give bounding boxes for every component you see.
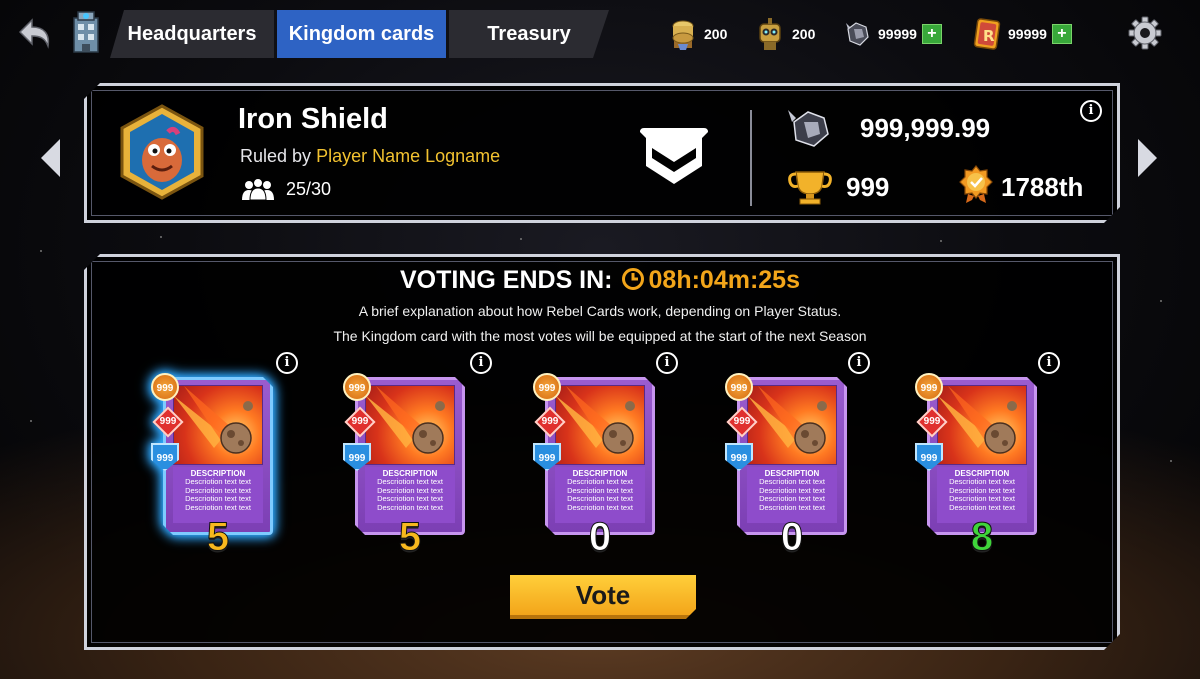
gem-icon xyxy=(846,22,869,46)
add-gems-button[interactable]: + xyxy=(921,24,942,44)
settings-gear-icon[interactable] xyxy=(1126,14,1164,52)
card-info-icon[interactable]: i xyxy=(470,352,492,374)
svg-text:R: R xyxy=(983,27,995,45)
card-cost-stat: 999 xyxy=(151,373,179,401)
coins-value: 200 xyxy=(704,26,728,42)
ruler-name-link[interactable]: Player Name Logname xyxy=(316,146,500,166)
robot-icon xyxy=(759,18,781,50)
meteor-card-art xyxy=(937,385,1027,465)
voting-ends-label: VOTING ENDS IN: xyxy=(400,266,613,294)
meteor-card-art xyxy=(555,385,645,465)
kingdom-card[interactable]: DESCRIPTION Descriotion text text Descrio… xyxy=(151,373,273,535)
add-rebel-cards-button[interactable]: + xyxy=(1051,24,1072,44)
coin-stack-icon xyxy=(672,20,694,50)
robots-value: 200 xyxy=(792,26,816,42)
next-kingdom-arrow-icon[interactable] xyxy=(1134,137,1160,179)
card-description-line: Descriotion text text xyxy=(949,502,1015,512)
back-arrow-icon[interactable] xyxy=(14,16,54,50)
resource-gems: 99999 + xyxy=(842,15,942,53)
trophy-icon xyxy=(786,168,834,206)
member-count-value: 25/30 xyxy=(286,178,332,199)
card-attack-value: 999 xyxy=(159,416,177,427)
tab-bar: Headquarters Kingdom cards Treasury xyxy=(110,10,609,58)
card-vote-count: 8 xyxy=(970,515,994,560)
member-count: 25/30 xyxy=(240,178,331,200)
card-info-icon[interactable]: i xyxy=(276,352,298,374)
kingdom-banner-emblem-icon xyxy=(634,128,714,190)
card-attack-stat: 999 xyxy=(152,406,184,438)
gems-value: 99999 xyxy=(878,26,917,42)
card-description-line: Descriotion text text xyxy=(185,502,251,512)
previous-kingdom-arrow-icon[interactable] xyxy=(38,137,64,179)
card-info-icon[interactable]: i xyxy=(656,352,678,374)
kingdom-gems-icon xyxy=(786,108,832,150)
card-attack-stat: 999 xyxy=(534,406,566,438)
kingdom-leader-avatar xyxy=(118,104,206,200)
voting-explanation-2: The Kingdom card with the most votes wil… xyxy=(333,328,867,344)
card-attack-stat: 999 xyxy=(916,406,948,438)
rank-medal-icon xyxy=(958,164,994,204)
rebel-cards-value: 99999 xyxy=(1008,26,1047,42)
kingdom-card[interactable]: DESCRIPTION Descriotion text text Descrio… xyxy=(533,373,655,535)
meteor-card-art xyxy=(365,385,455,465)
card-info-icon[interactable]: i xyxy=(1038,352,1060,374)
kingdom-rank: 1788th xyxy=(1001,172,1084,202)
tab-kingdom-cards[interactable]: Kingdom cards xyxy=(277,10,449,58)
card-attack-value: 999 xyxy=(351,416,369,427)
tab-headquarters[interactable]: Headquarters xyxy=(110,10,277,58)
card-attack-stat: 999 xyxy=(344,406,376,438)
kingdom-gems-value: 999,999.99 xyxy=(860,113,991,143)
resource-coins: 200 xyxy=(668,15,727,53)
card-description-line: Descriotion text text xyxy=(567,502,633,512)
card-attack-value: 999 xyxy=(541,416,559,427)
vote-button-label: Vote xyxy=(575,579,631,610)
kingdom-name: Iron Shield xyxy=(238,103,388,135)
trophy-count: 999 xyxy=(846,172,890,202)
kingdom-card[interactable]: DESCRIPTION Descriotion text text Descrio… xyxy=(725,373,847,535)
card-attack-stat: 999 xyxy=(726,406,758,438)
headquarters-building-icon[interactable] xyxy=(66,8,106,56)
ruled-by-label: Ruled by xyxy=(240,146,312,166)
card-vote-count: 5 xyxy=(206,515,230,560)
panel-divider xyxy=(750,110,752,206)
card-vote-count: 5 xyxy=(398,515,422,560)
meteor-card-art xyxy=(747,385,837,465)
kingdom-info-icon[interactable]: i xyxy=(1080,100,1102,122)
card-cost-stat: 999 xyxy=(915,373,943,401)
card-info-icon[interactable]: i xyxy=(848,352,870,374)
kingdom-card[interactable]: DESCRIPTION Descriotion text text Descrio… xyxy=(343,373,465,535)
voting-countdown-timer: 08h:04m:25s xyxy=(648,266,800,294)
card-vote-count: 0 xyxy=(588,515,612,560)
meteor-card-art xyxy=(173,385,263,465)
resource-rebel-cards: R 99999 + xyxy=(972,15,1072,53)
rebel-card-icon: R xyxy=(973,18,1001,50)
clock-icon xyxy=(621,268,644,290)
resource-robots: 200 xyxy=(754,15,815,53)
top-bar: Headquarters Kingdom cards Treasury 200 … xyxy=(0,0,1200,66)
card-attack-value: 999 xyxy=(923,416,941,427)
card-description-line: Descriotion text text xyxy=(759,502,825,512)
card-cost-stat: 999 xyxy=(343,373,371,401)
card-cost-stat: 999 xyxy=(533,373,561,401)
card-cost-stat: 999 xyxy=(725,373,753,401)
members-icon xyxy=(242,178,274,200)
vote-button[interactable]: Vote xyxy=(510,575,696,619)
ruled-by-line: Ruled by Player Name Logname xyxy=(240,146,500,167)
tab-treasury[interactable]: Treasury xyxy=(449,10,609,58)
voting-explanation-1: A brief explanation about how Rebel Card… xyxy=(358,303,842,319)
voting-header: VOTING ENDS IN: 08h:04m:25s xyxy=(0,266,1200,295)
kingdom-card[interactable]: DESCRIPTION Descriotion text text Descrio… xyxy=(915,373,1037,535)
card-attack-value: 999 xyxy=(733,416,751,427)
card-vote-count: 0 xyxy=(780,515,804,560)
card-description-line: Descriotion text text xyxy=(377,502,443,512)
